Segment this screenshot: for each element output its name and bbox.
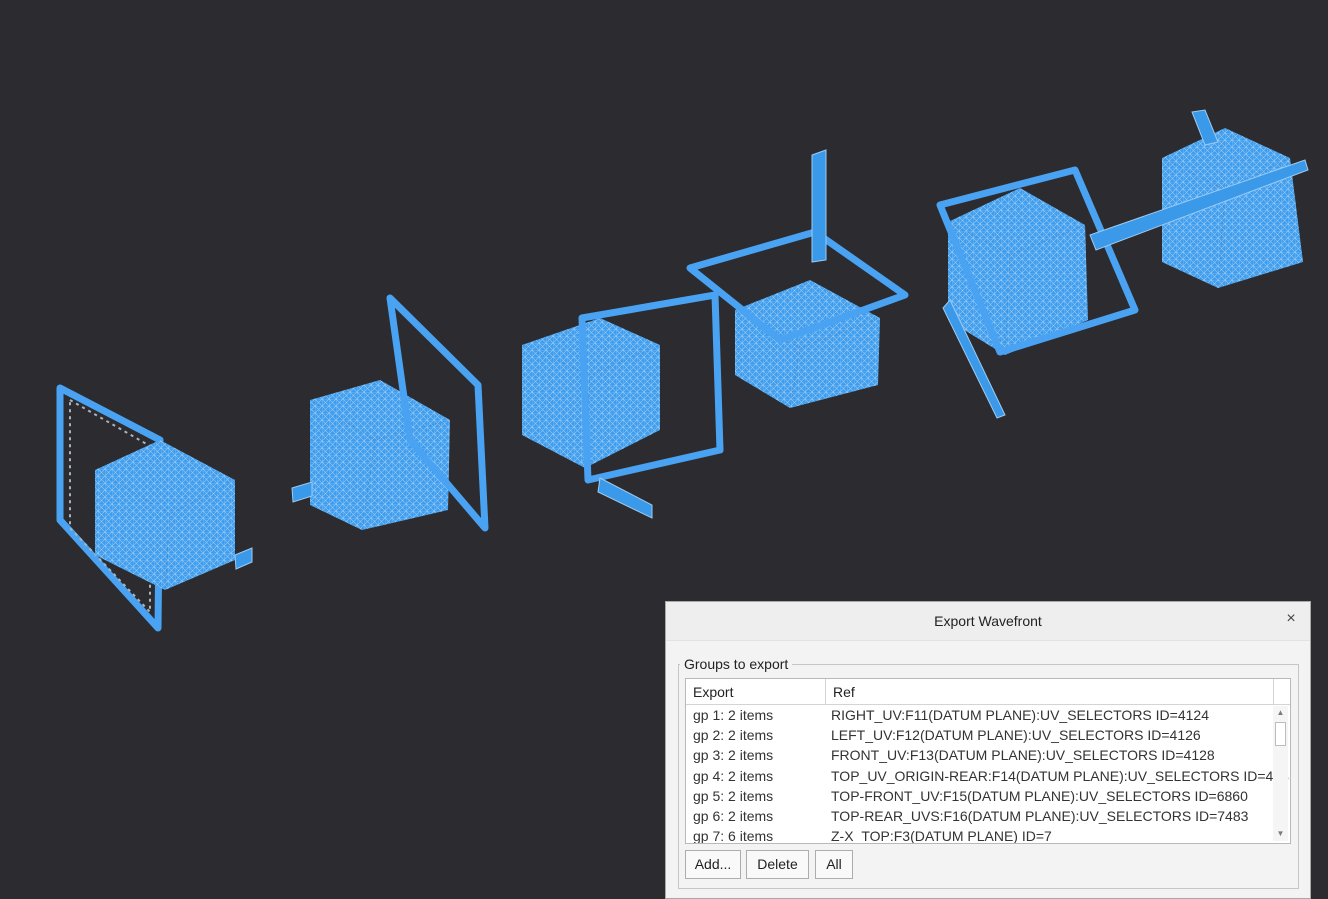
model-4[interactable] xyxy=(686,149,909,408)
ref-cell: FRONT_UV:F13(DATUM PLANE):UV_SELECTORS I… xyxy=(831,747,1215,764)
scroll-up-icon[interactable]: ▲ xyxy=(1273,706,1288,720)
scroll-down-icon[interactable]: ▼ xyxy=(1273,827,1288,841)
export-cell: gp 7: 6 items xyxy=(693,828,774,844)
export-cell: gp 3: 2 items xyxy=(693,747,774,764)
groups-table: Export Ref gp 1: 2 items RIGHT_UV:F11(DA… xyxy=(685,678,1291,844)
ref-cell: RIGHT_UV:F11(DATUM PLANE):UV_SELECTORS I… xyxy=(831,707,1209,723)
export-wavefront-dialog: Export Wavefront × Groups to export Expo… xyxy=(665,601,1311,899)
model-5[interactable] xyxy=(936,109,1309,419)
dialog-title-bar[interactable]: Export Wavefront × xyxy=(666,602,1310,641)
add-button[interactable]: Add... xyxy=(685,850,741,879)
table-header: Export Ref xyxy=(686,679,1290,705)
model-3[interactable] xyxy=(522,291,724,519)
ref-cell: TOP_UV_ORIGIN-REAR:F14(DATUM PLANE):UV_S… xyxy=(831,767,1291,784)
close-icon[interactable]: × xyxy=(1282,610,1300,628)
ref-cell: Z-X_TOP:F3(DATUM PLANE) ID=7 xyxy=(831,828,1052,844)
column-header-ref[interactable]: Ref xyxy=(826,679,1274,704)
delete-button[interactable]: Delete xyxy=(746,850,809,879)
groups-to-export-label: Groups to export xyxy=(680,656,793,672)
table-scrollbar[interactable]: ▲ ▼ xyxy=(1273,706,1288,841)
ref-cell: TOP-REAR_UVS:F16(DATUM PLANE):UV_SELECTO… xyxy=(831,807,1249,824)
table-row[interactable]: gp 5: 2 items TOP-FRONT_UV:F15(DATUM PLA… xyxy=(686,786,1272,806)
column-header-export[interactable]: Export xyxy=(686,679,826,704)
dialog-title: Export Wavefront xyxy=(934,613,1042,629)
table-row[interactable]: gp 4: 2 items TOP_UV_ORIGIN-REAR:F14(DAT… xyxy=(686,766,1290,786)
model-1[interactable] xyxy=(56,384,253,632)
ref-cell: TOP-FRONT_UV:F15(DATUM PLANE):UV_SELECTO… xyxy=(831,787,1248,804)
table-row[interactable]: gp 6: 2 items TOP-REAR_UVS:F16(DATUM PLA… xyxy=(686,806,1272,826)
scroll-thumb[interactable] xyxy=(1275,722,1286,746)
table-row[interactable]: gp 2: 2 items LEFT_UV:F12(DATUM PLANE):U… xyxy=(686,725,1272,745)
export-cell: gp 2: 2 items xyxy=(693,727,774,744)
export-cell: gp 6: 2 items xyxy=(693,807,774,824)
table-row[interactable]: gp 3: 2 items FRONT_UV:F13(DATUM PLANE):… xyxy=(686,745,1272,765)
export-cell: gp 4: 2 items xyxy=(693,767,774,784)
table-row[interactable]: gp 7: 6 items Z-X_TOP:F3(DATUM PLANE) ID… xyxy=(686,826,1272,844)
table-row[interactable]: gp 1: 2 items RIGHT_UV:F11(DATUM PLANE):… xyxy=(686,705,1272,725)
all-button[interactable]: All xyxy=(815,850,853,879)
export-cell: gp 1: 2 items xyxy=(693,707,774,723)
model-2[interactable] xyxy=(291,294,489,532)
ref-cell: LEFT_UV:F12(DATUM PLANE):UV_SELECTORS ID… xyxy=(831,727,1201,744)
export-cell: gp 5: 2 items xyxy=(693,787,774,804)
table-body: gp 1: 2 items RIGHT_UV:F11(DATUM PLANE):… xyxy=(686,705,1290,844)
